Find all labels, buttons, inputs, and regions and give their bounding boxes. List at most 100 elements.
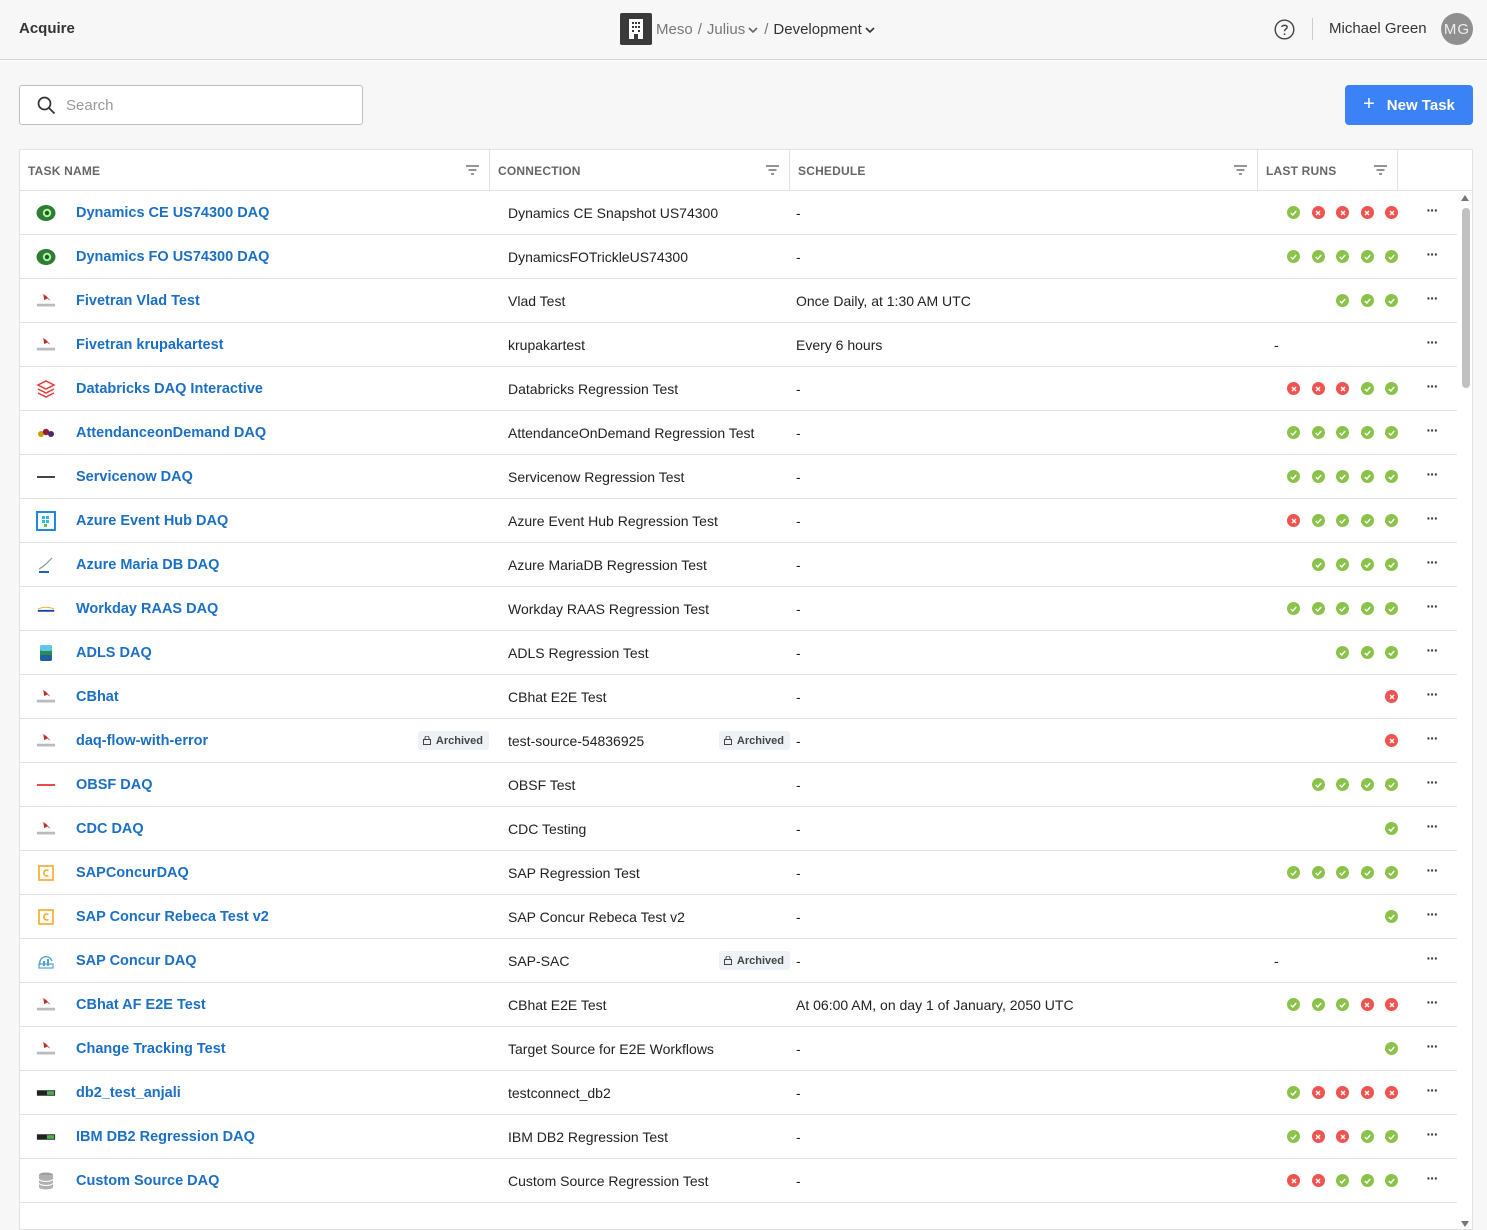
run-success-icon[interactable]	[1287, 866, 1301, 879]
search-input[interactable]	[66, 96, 346, 114]
column-header-schedule[interactable]: SCHEDULE	[790, 150, 1258, 191]
vertical-scrollbar[interactable]	[1457, 191, 1472, 1229]
run-success-icon[interactable]	[1385, 910, 1398, 923]
more-options-icon[interactable]: ···	[1427, 290, 1439, 306]
run-success-icon[interactable]	[1360, 514, 1374, 527]
run-failure-icon[interactable]	[1311, 1086, 1325, 1099]
task-name-link[interactable]: Dynamics CE US74300 DAQ	[76, 205, 269, 221]
task-name-link[interactable]: CDC DAQ	[76, 821, 144, 837]
more-options-icon[interactable]: ···	[1427, 598, 1439, 614]
help-icon[interactable]	[1274, 19, 1295, 40]
run-success-icon[interactable]	[1360, 250, 1374, 263]
task-name-link[interactable]: SAP Concur DAQ	[76, 953, 197, 969]
run-success-icon[interactable]	[1385, 426, 1398, 439]
table-row[interactable]: Fivetran Vlad Test Vlad Test Once Daily, a…	[20, 279, 1457, 323]
run-failure-icon[interactable]	[1287, 382, 1301, 395]
new-task-button[interactable]: + New Task	[1345, 85, 1473, 125]
table-row[interactable]: CBhat AF E2E Test CBhat E2E Test At 06:00 …	[20, 983, 1457, 1027]
task-name-link[interactable]: Change Tracking Test	[76, 1041, 226, 1057]
more-options-icon[interactable]: ···	[1427, 246, 1439, 262]
table-row[interactable]: Dynamics CE US74300 DAQ Dynamics CE Snaps…	[20, 191, 1457, 235]
more-options-icon[interactable]: ···	[1427, 906, 1439, 922]
table-row[interactable]: daq-flow-with-error Archived test-source-5…	[20, 719, 1457, 763]
task-name-link[interactable]: IBM DB2 Regression DAQ	[76, 1129, 255, 1145]
run-failure-icon[interactable]	[1311, 1174, 1325, 1187]
table-row[interactable]: IBM DB2 Regression DAQ IBM DB2 Regression…	[20, 1115, 1457, 1159]
more-options-icon[interactable]: ···	[1427, 466, 1439, 482]
run-failure-icon[interactable]	[1311, 206, 1325, 219]
task-name-link[interactable]: Azure Maria DB DAQ	[76, 557, 219, 573]
run-success-icon[interactable]	[1360, 646, 1374, 659]
task-name-link[interactable]: CBhat AF E2E Test	[76, 997, 206, 1013]
run-success-icon[interactable]	[1287, 1130, 1301, 1143]
more-options-icon[interactable]: ···	[1427, 510, 1439, 526]
more-options-icon[interactable]: ···	[1427, 950, 1439, 966]
run-success-icon[interactable]	[1336, 250, 1350, 263]
run-failure-icon[interactable]	[1336, 1130, 1350, 1143]
table-row[interactable]: AttendanceonDemand DAQ AttendanceOnDemand…	[20, 411, 1457, 455]
task-name-link[interactable]: ADLS DAQ	[76, 645, 152, 661]
run-success-icon[interactable]	[1385, 866, 1398, 879]
table-row[interactable]: OBSF DAQ OBSF Test - ···	[20, 763, 1457, 807]
run-failure-icon[interactable]	[1311, 1130, 1325, 1143]
table-row[interactable]: Servicenow DAQ Servicenow Regression Test…	[20, 455, 1457, 499]
table-row[interactable]: Workday RAAS DAQ Workday RAAS Regression …	[20, 587, 1457, 631]
table-row[interactable]: Azure Event Hub DAQ Azure Event Hub Regre…	[20, 499, 1457, 543]
scroll-down-arrow[interactable]	[1461, 1221, 1469, 1227]
run-success-icon[interactable]	[1287, 602, 1301, 615]
org-name[interactable]: Meso	[656, 21, 693, 38]
run-success-icon[interactable]	[1336, 294, 1350, 307]
run-success-icon[interactable]	[1287, 470, 1301, 483]
more-options-icon[interactable]: ···	[1427, 862, 1439, 878]
task-name-link[interactable]: db2_test_anjali	[76, 1085, 181, 1101]
run-success-icon[interactable]	[1287, 206, 1301, 219]
table-row[interactable]: ADLS DAQ ADLS Regression Test - ···	[20, 631, 1457, 675]
run-success-icon[interactable]	[1360, 558, 1374, 571]
run-failure-icon[interactable]	[1385, 1086, 1398, 1099]
table-row[interactable]: SAP Concur Rebeca Test v2 SAP Concur Rebe…	[20, 895, 1457, 939]
table-row[interactable]: CBhat CBhat E2E Test - ···	[20, 675, 1457, 719]
task-name-link[interactable]: Azure Event Hub DAQ	[76, 513, 228, 529]
run-success-icon[interactable]	[1336, 866, 1350, 879]
run-success-icon[interactable]	[1311, 250, 1325, 263]
more-options-icon[interactable]: ···	[1427, 774, 1439, 790]
run-failure-icon[interactable]	[1336, 1086, 1350, 1099]
table-row[interactable]: Fivetran krupakartest krupakartest Every 6…	[20, 323, 1457, 367]
run-success-icon[interactable]	[1336, 646, 1350, 659]
run-failure-icon[interactable]	[1336, 206, 1350, 219]
table-row[interactable]: Azure Maria DB DAQ Azure MariaDB Regressi…	[20, 543, 1457, 587]
run-success-icon[interactable]	[1385, 294, 1398, 307]
filter-icon[interactable]	[766, 164, 779, 176]
filter-icon[interactable]	[1374, 164, 1387, 176]
run-failure-icon[interactable]	[1287, 1174, 1301, 1187]
table-row[interactable]: SAP Concur DAQ SAP-SAC Archived - - ···	[20, 939, 1457, 983]
task-name-link[interactable]: Databricks DAQ Interactive	[76, 381, 263, 397]
task-name-link[interactable]: Dynamics FO US74300 DAQ	[76, 249, 269, 265]
run-success-icon[interactable]	[1385, 1130, 1398, 1143]
run-failure-icon[interactable]	[1360, 206, 1374, 219]
run-success-icon[interactable]	[1311, 866, 1325, 879]
column-header-connection[interactable]: CONNECTION	[490, 150, 790, 191]
run-success-icon[interactable]	[1336, 1174, 1350, 1187]
run-success-icon[interactable]	[1336, 998, 1350, 1011]
run-success-icon[interactable]	[1336, 514, 1350, 527]
more-options-icon[interactable]: ···	[1427, 686, 1439, 702]
run-failure-icon[interactable]	[1385, 206, 1398, 219]
more-options-icon[interactable]: ···	[1427, 422, 1439, 438]
run-failure-icon[interactable]	[1360, 1086, 1374, 1099]
task-name-link[interactable]: daq-flow-with-error	[76, 733, 208, 749]
run-failure-icon[interactable]	[1336, 382, 1350, 395]
more-options-icon[interactable]: ···	[1427, 1038, 1439, 1054]
run-success-icon[interactable]	[1385, 646, 1398, 659]
run-success-icon[interactable]	[1311, 514, 1325, 527]
more-options-icon[interactable]: ···	[1427, 334, 1439, 350]
run-success-icon[interactable]	[1311, 470, 1325, 483]
column-header-task-name[interactable]: TASK NAME	[20, 150, 490, 191]
run-success-icon[interactable]	[1311, 778, 1325, 791]
app-title[interactable]: Acquire	[19, 20, 75, 37]
task-name-link[interactable]: Custom Source DAQ	[76, 1173, 219, 1189]
run-failure-icon[interactable]	[1287, 514, 1301, 527]
more-options-icon[interactable]: ···	[1427, 202, 1439, 218]
run-failure-icon[interactable]	[1360, 998, 1374, 1011]
user-name[interactable]: Michael Green	[1329, 20, 1427, 37]
